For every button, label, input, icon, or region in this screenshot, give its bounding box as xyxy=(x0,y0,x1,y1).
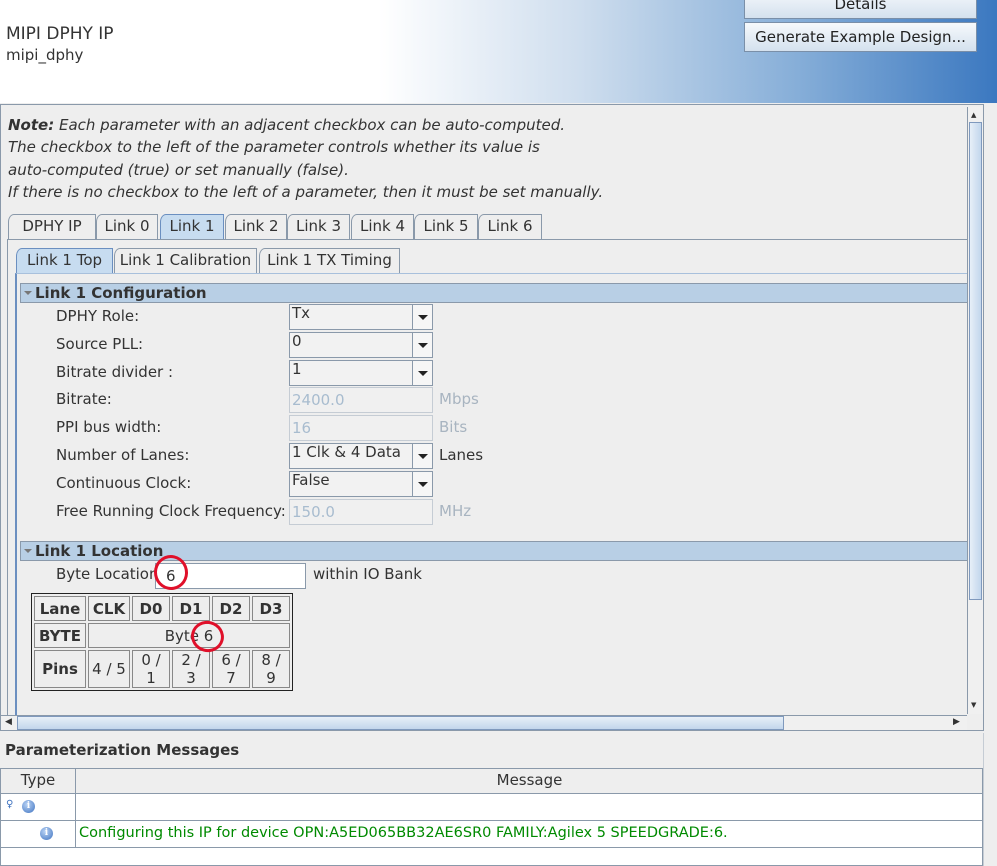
ip-subtitle: mipi_dphy xyxy=(6,46,84,64)
scroll-left-icon[interactable]: ◀ xyxy=(5,717,12,727)
lane-cell: D0 xyxy=(132,596,170,621)
tab-link-1[interactable]: Link 1 xyxy=(160,214,224,239)
subtab-link-1-calibration[interactable]: Link 1 Calibration xyxy=(114,248,257,273)
chevron-down-icon[interactable] xyxy=(412,333,432,357)
byte-location-label: Byte Location xyxy=(56,565,159,583)
param-label: Free Running Clock Frequency: xyxy=(56,502,286,520)
info-icon: i xyxy=(22,800,35,813)
section-title: Link 1 Location xyxy=(35,542,164,560)
subtab-link-1-tx-timing[interactable]: Link 1 TX Timing xyxy=(259,248,400,273)
param-value: 1 Clk & 4 Data xyxy=(292,443,401,461)
chevron-down-icon[interactable] xyxy=(412,444,432,468)
param-label: Continuous Clock: xyxy=(56,474,192,492)
within-io-bank-label: within IO Bank xyxy=(313,565,422,583)
chevron-down-icon[interactable] xyxy=(412,472,432,496)
pin-icon[interactable]: ♀ xyxy=(6,799,13,810)
lane-cell: D2 xyxy=(212,596,250,621)
vertical-scroll-thumb[interactable] xyxy=(969,122,982,600)
info-icon: i xyxy=(40,827,53,840)
param-field: 2400.0 xyxy=(289,387,433,413)
type-column-header[interactable]: Type xyxy=(1,769,76,793)
pin-cell: 2 / 3 xyxy=(172,650,210,688)
lane-cell: CLK xyxy=(88,596,130,621)
tab-link-6[interactable]: Link 6 xyxy=(478,214,542,239)
byte-value-cell: Byte 6 xyxy=(88,623,290,648)
param-label: Bitrate divider : xyxy=(56,363,174,381)
lane-header: Lane xyxy=(34,596,86,621)
note-line-1: Note: Each parameter with an adjacent ch… xyxy=(8,116,566,134)
note-line-2: The checkbox to the left of the paramete… xyxy=(8,138,540,156)
link-configuration-header[interactable]: Link 1 Configuration xyxy=(20,283,968,303)
param-unit: MHz xyxy=(439,502,472,520)
param-label: DPHY Role: xyxy=(56,307,140,325)
vertical-scrollbar[interactable]: ▲ ▼ xyxy=(967,107,983,714)
pin-cell: 8 / 9 xyxy=(252,650,290,688)
param-unit: Bits xyxy=(439,418,468,436)
chevron-down-icon[interactable] xyxy=(412,361,432,385)
param-unit: Mbps xyxy=(439,390,479,408)
type-cell: ♀ i xyxy=(1,794,76,820)
param-unit: Lanes xyxy=(439,446,484,464)
message-column-header[interactable]: Message xyxy=(77,769,982,793)
byte-header: BYTE xyxy=(34,623,86,648)
messages-title: Parameterization Messages xyxy=(5,741,240,759)
tab-link-2[interactable]: Link 2 xyxy=(225,214,287,239)
tab-dphy-ip[interactable]: DPHY IP xyxy=(8,214,96,239)
message-row[interactable]: ♀ i xyxy=(1,794,982,821)
param-field: 16 xyxy=(289,415,433,441)
tab-link-5[interactable]: Link 5 xyxy=(414,214,478,239)
section-title: Link 1 Configuration xyxy=(35,284,207,302)
param-label: PPI bus width: xyxy=(56,418,162,436)
param-field: 150.0 xyxy=(289,499,433,525)
message-text: Configuring this IP for device OPN:A5ED0… xyxy=(79,825,728,841)
lane-table: Lane CLK D0 D1 D2 D3 BYTE Byte 6 Pins 4 … xyxy=(31,593,293,691)
lane-cell: D1 xyxy=(172,596,210,621)
param-value: 2400.0 xyxy=(292,391,345,409)
message-row[interactable]: i Configuring this IP for device OPN:A5E… xyxy=(1,821,982,848)
details-button[interactable]: Details xyxy=(744,0,977,19)
messages-scrollbar[interactable] xyxy=(983,733,997,866)
pins-header: Pins xyxy=(34,650,86,688)
param-value: 1 xyxy=(292,360,302,378)
note-line-4: If there is no checkbox to the left of a… xyxy=(8,183,604,201)
collapse-icon xyxy=(24,291,32,295)
param-dropdown[interactable]: 1 xyxy=(289,360,433,386)
messages-header-row: Type Message xyxy=(1,769,982,794)
param-dropdown[interactable]: Tx xyxy=(289,304,433,330)
generate-example-design-button[interactable]: Generate Example Design... xyxy=(744,22,977,52)
scroll-up-icon[interactable]: ▲ xyxy=(971,111,976,119)
param-value: False xyxy=(292,471,330,489)
pin-cell: 0 / 1 xyxy=(132,650,170,688)
header: MIPI DPHY IP mipi_dphy Details Generate … xyxy=(0,0,997,103)
type-cell: i xyxy=(1,821,76,847)
chevron-down-icon[interactable] xyxy=(412,305,432,329)
param-value: 150.0 xyxy=(292,503,335,521)
messages-table: Type Message ♀ i i Configuring this IP f… xyxy=(0,768,983,866)
horizontal-scrollbar[interactable]: ◀ ▶ xyxy=(1,715,967,730)
subtab-link-1-top[interactable]: Link 1 Top xyxy=(16,248,113,273)
param-value: Tx xyxy=(292,304,311,322)
collapse-icon xyxy=(24,549,32,553)
param-label: Bitrate: xyxy=(56,390,112,408)
scroll-down-icon[interactable]: ▼ xyxy=(971,701,976,709)
tab-link-3[interactable]: Link 3 xyxy=(287,214,350,239)
param-label: Number of Lanes: xyxy=(56,446,190,464)
ip-title: MIPI DPHY IP xyxy=(6,24,114,44)
pin-cell: 4 / 5 xyxy=(88,650,130,688)
tab-link-0[interactable]: Link 0 xyxy=(96,214,158,239)
lane-cell: D3 xyxy=(252,596,290,621)
param-dropdown[interactable]: 1 Clk & 4 Data xyxy=(289,443,433,469)
scroll-right-icon[interactable]: ▶ xyxy=(953,717,960,727)
horizontal-scroll-thumb[interactable] xyxy=(17,716,784,730)
param-label: Source PLL: xyxy=(56,335,144,353)
param-dropdown[interactable]: 0 xyxy=(289,332,433,358)
param-value: 0 xyxy=(292,332,302,350)
param-value: 16 xyxy=(292,419,312,437)
param-dropdown[interactable]: False xyxy=(289,471,433,497)
pin-cell: 6 / 7 xyxy=(212,650,250,688)
note-line-3: auto-computed (true) or set manually (fa… xyxy=(8,161,349,179)
tab-link-4[interactable]: Link 4 xyxy=(351,214,414,239)
